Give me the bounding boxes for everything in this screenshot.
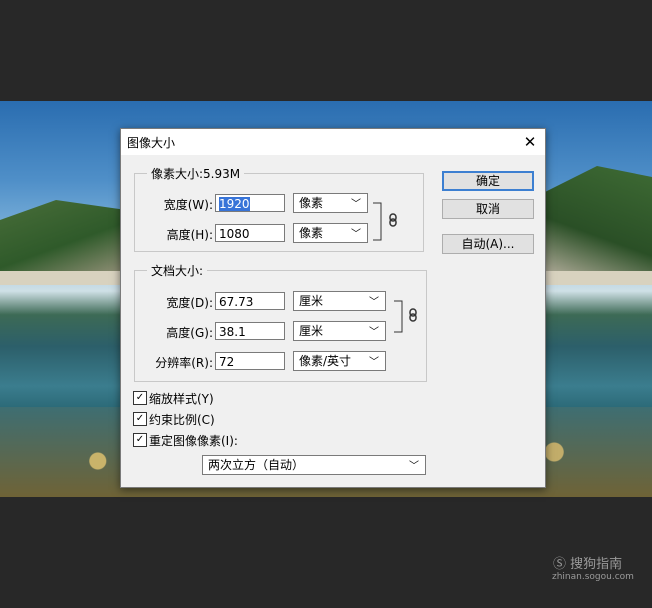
pixel-width-unit-select[interactable]: 像素 ﹀ — [293, 193, 368, 213]
auto-button[interactable]: 自动(A)... — [442, 234, 534, 254]
right-hill — [542, 166, 652, 276]
left-shore — [0, 271, 130, 285]
image-size-dialog: 图像大小 ✕ 像素大小:5.93M 宽度(W): 1920 像素 ﹀ 高度(H):… — [120, 128, 546, 488]
scale-styles-label: 缩放样式(Y) — [149, 392, 214, 406]
doc-width-unit-select[interactable]: 厘米 ﹀ — [293, 291, 386, 311]
doc-width-input[interactable]: 67.73 — [215, 292, 285, 310]
pixel-dimensions-legend: 像素大小:5.93M — [147, 165, 245, 182]
close-icon[interactable]: ✕ — [515, 129, 545, 155]
sogou-logo-icon: Ⓢ — [553, 557, 567, 572]
document-size-legend: 文档大小: — [147, 262, 208, 279]
watermark-url: zhinan.sogou.com — [552, 572, 634, 582]
dialog-title: 图像大小 — [127, 136, 176, 150]
resolution-input[interactable]: 72 — [215, 352, 285, 370]
chevron-down-icon: ﹀ — [369, 297, 379, 308]
right-shore — [542, 271, 652, 285]
constrain-proportions-label: 约束比例(C) — [149, 413, 215, 427]
document-link-icon — [394, 300, 417, 333]
doc-height-label: 高度(G): — [166, 326, 213, 340]
sogou-watermark: Ⓢ 搜狗指南 — [553, 553, 622, 572]
resample-method-select[interactable]: 两次立方（自动） ﹀ — [202, 455, 426, 475]
left-hill — [0, 200, 140, 276]
chevron-down-icon: ﹀ — [369, 357, 379, 368]
pixel-link-icon — [373, 202, 397, 241]
chevron-down-icon: ﹀ — [351, 229, 361, 240]
pixel-height-unit-select[interactable]: 像素 ﹀ — [293, 223, 368, 243]
chevron-down-icon: ﹀ — [369, 327, 379, 338]
checkmark-icon: ✓ — [133, 412, 147, 426]
checkmark-icon: ✓ — [133, 433, 147, 447]
resolution-unit-select[interactable]: 像素/英寸 ﹀ — [293, 351, 386, 371]
pixel-width-label: 宽度(W): — [163, 198, 213, 212]
watermark-brand: 搜狗指南 — [570, 557, 623, 572]
doc-height-unit-select[interactable]: 厘米 ﹀ — [293, 321, 386, 341]
doc-height-input[interactable]: 38.1 — [215, 322, 285, 340]
pixel-height-label: 高度(H): — [166, 228, 213, 242]
resolution-label: 分辨率(R): — [155, 356, 213, 370]
title-bar: 图像大小 ✕ — [121, 129, 545, 155]
doc-width-label: 宽度(D): — [166, 296, 213, 310]
pixel-height-input[interactable]: 1080 — [215, 224, 285, 242]
pixel-width-input[interactable]: 1920 — [215, 194, 285, 212]
resample-label: 重定图像像素(I): — [149, 434, 238, 448]
cancel-button[interactable]: 取消 — [442, 199, 534, 219]
ok-button[interactable]: 确定 — [442, 171, 534, 191]
chevron-down-icon: ﹀ — [351, 199, 361, 210]
checkmark-icon: ✓ — [133, 391, 147, 405]
chevron-down-icon: ﹀ — [409, 461, 419, 472]
